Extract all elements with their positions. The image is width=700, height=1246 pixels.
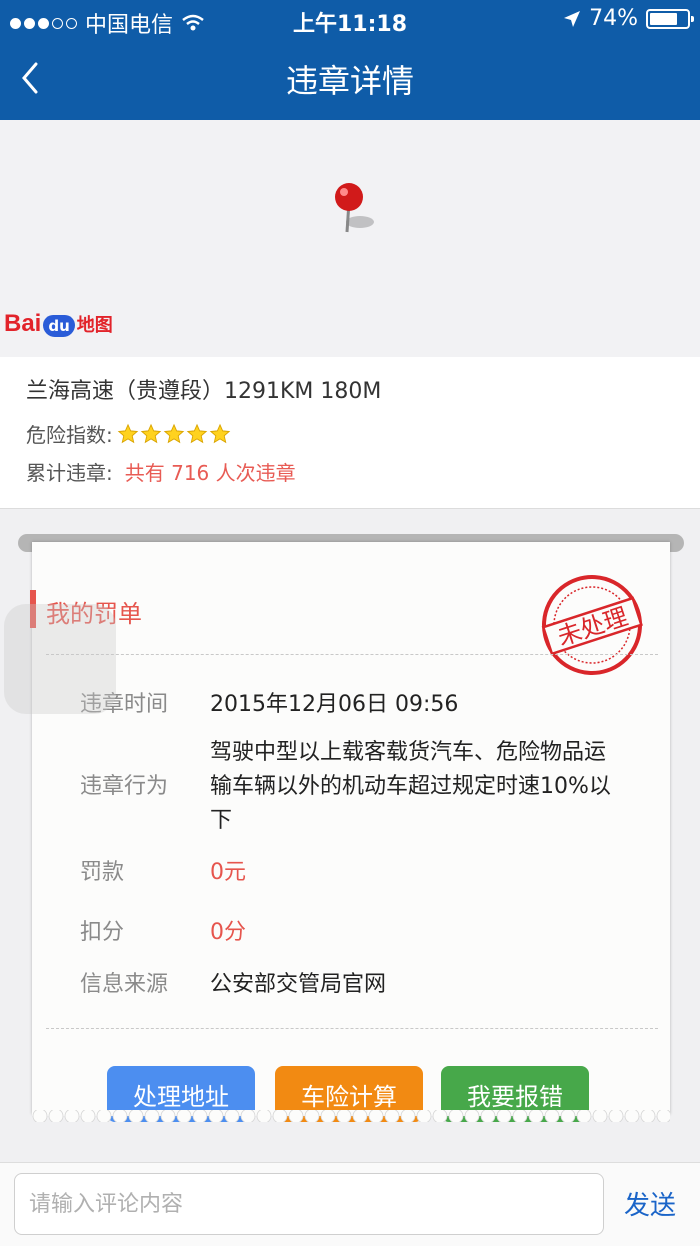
ticket-scalloped-edge	[32, 1110, 670, 1122]
time-value: 2015年12月06日 09:56	[210, 692, 459, 717]
points-label: 扣分	[80, 920, 125, 945]
unprocessed-stamp: 未处理	[541, 575, 643, 675]
road-name: 兰海高速（贵遵段）1291KM 180M	[26, 379, 382, 404]
fine-label: 罚款	[80, 860, 125, 885]
star-icon	[140, 423, 162, 443]
battery-icon	[646, 8, 694, 29]
status-bar: 中国电信 上午11:18 74%	[0, 0, 700, 40]
danger-index-row: 危险指数:	[26, 419, 231, 448]
count-label: 累计违章:	[26, 461, 113, 485]
behavior-label: 违章行为	[80, 774, 169, 799]
ticket-card: 我的罚单 未处理 违章时间 2015年12月06日 09:56 违章行为 驾驶中…	[30, 542, 670, 1122]
star-icon	[163, 423, 185, 443]
location-arrow-icon	[564, 10, 581, 27]
divider-bottom	[46, 1028, 658, 1029]
star-icon	[117, 423, 139, 443]
status-right: 74%	[563, 6, 694, 31]
baidu-map-logo: Bai du 地图	[4, 310, 113, 337]
baidu-paw-icon: du	[43, 315, 75, 337]
send-button[interactable]: 发送	[610, 1185, 690, 1222]
danger-stars	[117, 423, 231, 445]
danger-label: 危险指数:	[26, 423, 113, 447]
star-icon	[209, 423, 231, 443]
fine-value: 0元	[210, 860, 246, 885]
assistive-touch-button[interactable]	[4, 604, 116, 714]
nav-bar: 违章详情	[0, 40, 700, 120]
map-pin-icon	[335, 183, 374, 233]
source-value: 公安部交管局官网	[210, 972, 387, 997]
map-view[interactable]: Bai du 地图	[0, 120, 700, 357]
stamp-text: 未处理	[554, 602, 631, 651]
source-label: 信息来源	[80, 972, 169, 997]
location-info: 兰海高速（贵遵段）1291KM 180M 危险指数: 累计违章: 共有 716 人…	[0, 357, 700, 509]
comment-bar: 发送	[0, 1162, 700, 1246]
divider-top	[46, 654, 658, 655]
star-icon	[186, 423, 208, 443]
behavior-value: 驾驶中型以上载客载货汽车、危险物品运 输车辆以外的机动车超过规定时速10%以 下	[210, 740, 611, 833]
battery-percent: 74%	[589, 6, 638, 31]
violation-count-row: 累计违章: 共有 716 人次违章	[26, 457, 296, 486]
count-value: 共有 716 人次违章	[124, 461, 296, 485]
points-value: 0分	[210, 920, 246, 945]
comment-input[interactable]	[14, 1173, 604, 1235]
page-title: 违章详情	[285, 62, 414, 100]
